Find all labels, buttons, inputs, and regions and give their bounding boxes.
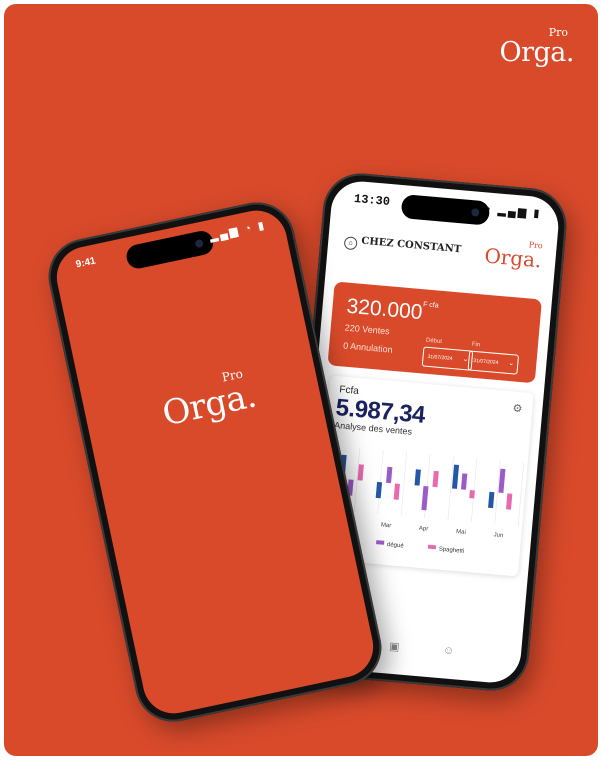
background-canvas: Pro Orga. 13:30 ◔ ▂▄▆ ▮ ⌂ CHEZ CONSTANT P…	[4, 4, 598, 756]
sales-amount: 320.000	[345, 294, 424, 325]
store-icon: ⌂	[343, 236, 358, 251]
sales-count: 220 Ventes	[344, 322, 391, 337]
chart-bar	[469, 490, 475, 499]
status-time: 9:41	[74, 255, 97, 271]
dynamic-island	[400, 194, 491, 226]
grid-line	[517, 462, 525, 527]
end-date-value: 31/07/2024	[473, 357, 499, 367]
chart-bar	[414, 469, 421, 486]
x-tick-label: Apr	[419, 526, 429, 533]
status-icons: ◔ ▂▄▆ ▮	[483, 203, 542, 221]
end-date-select[interactable]: 31/07/2024 ⌄	[467, 350, 520, 375]
chevron-down-icon: ⌄	[508, 359, 515, 368]
corner-logo: Pro Orga.	[499, 26, 574, 67]
splash-logo: Pro Orga.	[157, 365, 260, 434]
start-date-label: Début	[425, 337, 443, 346]
x-tick-label: Mar	[381, 522, 392, 529]
chart-bar	[460, 473, 468, 490]
legend-label: dégué	[386, 542, 404, 550]
chart-bar	[393, 483, 400, 500]
chart-bar	[432, 470, 439, 488]
camera-icon	[470, 208, 480, 217]
start-date-select[interactable]: 31/07/2024 ⌄	[421, 346, 474, 371]
wallet-icon[interactable]: ▣	[389, 640, 400, 654]
legend-swatch	[376, 540, 385, 545]
profile-icon[interactable]: ☺	[443, 644, 455, 657]
store-header[interactable]: ⌂ CHEZ CONSTANT	[343, 234, 462, 259]
start-date-value: 31/07/2024	[427, 353, 453, 363]
camera-icon	[194, 238, 204, 249]
x-tick-label: Mai	[456, 529, 466, 536]
sales-summary-card: 320.000 F cfa 220 Ventes 0 Annulation Dé…	[327, 281, 542, 384]
chart-bar	[421, 485, 429, 511]
chart-bar	[451, 464, 460, 489]
chart-bar	[505, 493, 513, 510]
corner-logo-word: Orga.	[499, 37, 574, 68]
settings-icon[interactable]: ⚙	[512, 401, 523, 415]
status-time: 13:30	[353, 191, 391, 209]
chart-bar	[375, 481, 383, 499]
end-date-label: Fin	[471, 341, 481, 349]
status-icons: ▂▄▆ ◔ ▮	[208, 219, 268, 244]
header-logo-word: Orga.	[483, 243, 543, 273]
dynamic-island	[124, 228, 216, 271]
x-tick-label: Jun	[493, 532, 503, 539]
store-name: CHEZ CONSTANT	[360, 235, 462, 256]
legend-item: Spaghetti	[427, 544, 465, 555]
grid-line	[400, 452, 407, 517]
legend-swatch	[427, 544, 437, 550]
legend-label: Spaghetti	[438, 546, 465, 555]
legend-item: dégué	[376, 540, 404, 549]
header-logo: Pro Orga.	[483, 237, 544, 273]
chart-bar	[386, 466, 393, 484]
chart-bar	[488, 491, 495, 509]
cancel-count: 0 Annulation	[342, 340, 394, 355]
sales-unit: F cfa	[422, 301, 439, 310]
